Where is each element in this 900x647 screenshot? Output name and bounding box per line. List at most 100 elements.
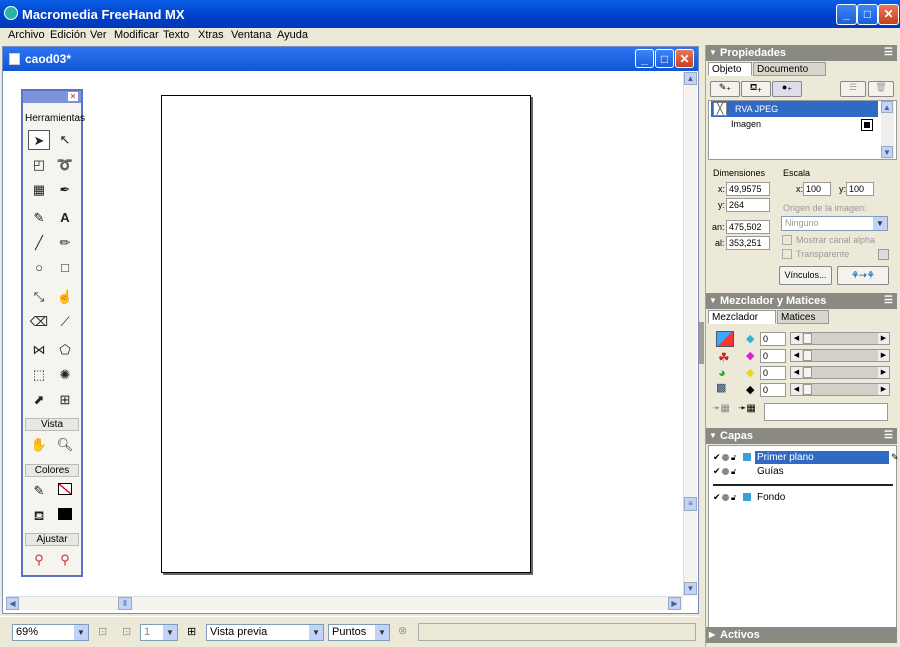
menu-ventana[interactable]: Ventana: [231, 29, 271, 41]
tab-objeto[interactable]: Objeto: [708, 62, 752, 76]
snap-to-point-icon[interactable]: ⚲: [28, 550, 50, 570]
collapse-icon[interactable]: ▼: [709, 428, 717, 444]
layer-row-primer-plano[interactable]: ✔ 🔓︎ Primer plano ✎: [713, 451, 899, 464]
actives-panel-header[interactable]: ▶ Activos: [706, 627, 897, 643]
extrude-tool-icon[interactable]: ⬠: [54, 340, 76, 360]
add-page-icon[interactable]: ⊞: [187, 625, 196, 638]
layer-name-fondo[interactable]: Fondo: [757, 491, 785, 504]
cmyk-mode-icon[interactable]: [716, 331, 734, 347]
cyan-slider[interactable]: ◀ ▶: [790, 332, 890, 345]
delete-icon[interactable]: 🗑︎: [868, 81, 894, 97]
page-tool-icon[interactable]: ◰: [28, 155, 50, 175]
text-tool-icon[interactable]: A: [54, 208, 76, 228]
doc-minimize-button[interactable]: _: [635, 49, 654, 68]
magenta-value-field[interactable]: 0: [760, 349, 786, 363]
horizontal-scroll-thumb[interactable]: ⦀: [118, 597, 132, 610]
unlock-icon[interactable]: 🔓︎: [731, 451, 736, 464]
add-to-grid-icon[interactable]: ➛▦: [738, 403, 760, 419]
minimize-button[interactable]: _: [836, 4, 857, 25]
tab-mezclador[interactable]: Mezclador: [708, 310, 776, 324]
black-value-field[interactable]: 0: [760, 383, 786, 397]
previous-page-icon[interactable]: ⊡: [122, 625, 131, 638]
fill-color-swatch[interactable]: [54, 506, 76, 526]
maximize-button[interactable]: □: [857, 4, 878, 25]
scroll-left-button[interactable]: ◀: [6, 597, 19, 610]
menu-archivo[interactable]: Archivo: [8, 29, 45, 41]
horizontal-scrollbar[interactable]: ◀ ⦀ ▶: [6, 596, 683, 610]
alpha-checkbox[interactable]: [782, 235, 792, 245]
width-field[interactable]: 475,502: [726, 220, 770, 234]
add-to-swatches-icon[interactable]: ➛▦: [712, 403, 734, 419]
tab-matices[interactable]: Matices: [777, 310, 829, 324]
pen-tool-icon[interactable]: ✎: [28, 208, 50, 228]
doc-close-button[interactable]: ✕: [675, 49, 694, 68]
menu-xtras[interactable]: Xtras: [198, 29, 224, 41]
layer-color-swatch[interactable]: [743, 493, 751, 501]
stop-icon[interactable]: ⊗: [398, 624, 407, 637]
panel-menu-icon[interactable]: ☰: [884, 293, 893, 309]
unlock-icon[interactable]: 🔓︎: [731, 491, 736, 504]
pointer-tool-icon[interactable]: ➤: [28, 130, 50, 150]
object-list-scrollbar[interactable]: ▲ ▼: [881, 101, 894, 159]
vertical-scrollbar[interactable]: ▲ ≡ ▼: [683, 72, 697, 596]
units-select[interactable]: Puntos ▼: [328, 624, 390, 641]
mixer-panel-header[interactable]: ▼ Mezclador y Matices ☰: [706, 293, 897, 309]
panel-menu-icon[interactable]: ☰: [884, 428, 893, 444]
page-select[interactable]: 1 ▼: [140, 624, 178, 641]
connector-tool-icon[interactable]: ⊞: [54, 390, 76, 410]
snap-to-guide-icon[interactable]: ⚲: [54, 550, 76, 570]
layer-color-swatch[interactable]: [743, 453, 751, 461]
doc-maximize-button[interactable]: □: [655, 49, 674, 68]
drawing-canvas[interactable]: [6, 72, 683, 596]
hand-tool-icon[interactable]: ✋: [28, 435, 50, 455]
menu-edicion[interactable]: Edición: [50, 29, 86, 41]
layer-name-primer-plano[interactable]: Primer plano: [755, 451, 889, 464]
unlock-icon[interactable]: 🔓︎: [731, 465, 736, 478]
image-swatch[interactable]: [861, 119, 873, 131]
eraser-tool-icon[interactable]: ⌫: [28, 312, 50, 332]
transparent-color-swatch[interactable]: [878, 249, 889, 260]
collapse-icon[interactable]: ▼: [709, 45, 717, 61]
tab-documento[interactable]: Documento: [753, 62, 826, 76]
layers-panel-header[interactable]: ▼ Capas ☰: [706, 428, 897, 444]
vertical-scroll-thumb[interactable]: ≡: [684, 497, 697, 511]
add-stroke-icon[interactable]: ✎₊: [710, 81, 740, 97]
properties-panel-header[interactable]: ▼ Propiedades ☰: [706, 45, 897, 61]
scale-x-field[interactable]: 100: [803, 182, 831, 196]
menu-ayuda[interactable]: Ayuda: [277, 29, 308, 41]
black-slider[interactable]: ◀ ▶: [790, 383, 890, 396]
cyan-value-field[interactable]: 0: [760, 332, 786, 346]
freeform-tool-icon[interactable]: ☝: [54, 287, 76, 307]
collapse-icon[interactable]: ▼: [709, 293, 717, 309]
height-field[interactable]: 353,251: [726, 236, 770, 250]
lasso-tool-icon[interactable]: ➰: [54, 155, 76, 175]
layers-list[interactable]: ✔ 🔓︎ Primer plano ✎ ✔ 🔓︎ Guías ✔ 🔓︎ Fond…: [708, 445, 899, 630]
transparent-checkbox[interactable]: [782, 249, 792, 259]
document-page[interactable]: [161, 95, 531, 573]
object-list[interactable]: ╳ RVA JPEG Imagen ▲ ▼: [708, 100, 897, 160]
expand-icon[interactable]: ▶: [709, 627, 715, 643]
eyedropper-tool-icon[interactable]: ✒: [54, 180, 76, 200]
duplicate-icon[interactable]: ☰: [840, 81, 866, 97]
menu-ver[interactable]: Ver: [90, 29, 107, 41]
scale-y-field[interactable]: 100: [846, 182, 874, 196]
view-mode-select[interactable]: Vista previa ▼: [206, 624, 324, 641]
yellow-slider[interactable]: ◀ ▶: [790, 366, 890, 379]
panel-collapse-handle[interactable]: [699, 322, 704, 364]
envelope-tool-icon[interactable]: ⬈: [28, 390, 50, 410]
close-icon[interactable]: ✕: [68, 92, 78, 101]
subselect-tool-icon[interactable]: ↖: [54, 130, 76, 150]
toolbox-header[interactable]: ✕: [23, 91, 81, 103]
ellipse-tool-icon[interactable]: ○: [28, 258, 50, 278]
x-field[interactable]: 49,9575: [726, 182, 770, 196]
close-button[interactable]: ✕: [878, 4, 899, 25]
panel-menu-icon[interactable]: ☰: [884, 45, 893, 61]
scroll-down-button[interactable]: ▼: [684, 582, 697, 595]
menu-modificar[interactable]: Modificar: [114, 29, 159, 41]
add-fill-icon[interactable]: ⛾₊: [741, 81, 771, 97]
hls-mode-icon[interactable]: ◕: [718, 365, 726, 380]
scale-tool-icon[interactable]: ⤡: [28, 287, 50, 307]
links-button[interactable]: Vínculos...: [779, 266, 832, 285]
zoom-tool-icon[interactable]: 🔍︎: [54, 435, 76, 455]
line-tool-icon[interactable]: ╱: [28, 233, 50, 253]
